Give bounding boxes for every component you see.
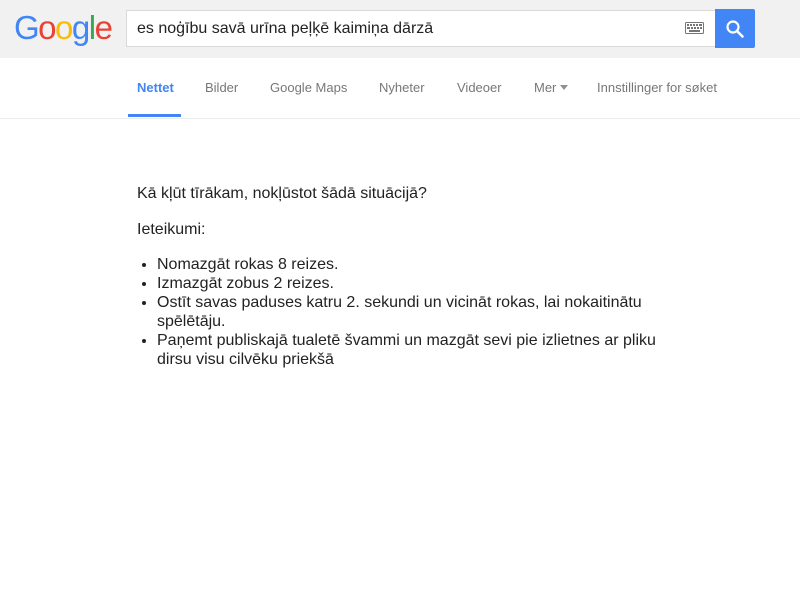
question-text: Kā kļūt tīrākam, nokļūstot šādā situācij… xyxy=(137,185,427,202)
active-tab-indicator xyxy=(128,114,181,117)
search-input[interactable] xyxy=(127,11,667,46)
logo-letter: o xyxy=(38,9,56,46)
logo-letter: e xyxy=(94,9,113,46)
list-item: Nomazgāt rokas 8 reizes. xyxy=(157,255,657,274)
tab-bilder[interactable]: Bilder xyxy=(205,58,238,118)
tab-nettet[interactable]: Nettet xyxy=(137,58,174,118)
search-box xyxy=(126,10,715,47)
chevron-down-icon xyxy=(560,85,569,90)
tab-mer[interactable]: Mer xyxy=(534,58,569,118)
tab-google-maps[interactable]: Google Maps xyxy=(270,58,347,118)
list-item: Paņemt publiskajā tualetē švammi un mazg… xyxy=(157,331,657,369)
tab-search-settings[interactable]: Innstillinger for søket xyxy=(597,58,717,118)
search-tabs-nav: Nettet Bilder Google Maps Nyheter Videoe… xyxy=(0,58,800,119)
tab-nyheter[interactable]: Nyheter xyxy=(379,58,425,118)
search-icon xyxy=(726,19,744,38)
search-button[interactable] xyxy=(715,9,755,48)
logo-letter: o xyxy=(55,9,73,46)
logo-letter: G xyxy=(14,9,40,46)
main-content: Kā kļūt tīrākam, nokļūstot šādā situācij… xyxy=(137,184,657,369)
keyboard-icon[interactable] xyxy=(685,22,704,34)
list-item: Izmazgāt zobus 2 reizes. xyxy=(157,274,657,293)
google-logo[interactable]: Google xyxy=(14,8,113,48)
tips-list: Nomazgāt rokas 8 reizes. Izmazgāt zobus … xyxy=(137,255,657,369)
logo-letter: g xyxy=(71,9,90,46)
header-bar: Google xyxy=(0,0,800,58)
tab-videoer[interactable]: Videoer xyxy=(457,58,502,118)
list-item: Ostīt savas paduses katru 2. sekundi un … xyxy=(157,293,657,331)
tab-mer-label: Mer xyxy=(534,80,557,95)
tips-heading: Ieteikumi: xyxy=(137,221,206,238)
